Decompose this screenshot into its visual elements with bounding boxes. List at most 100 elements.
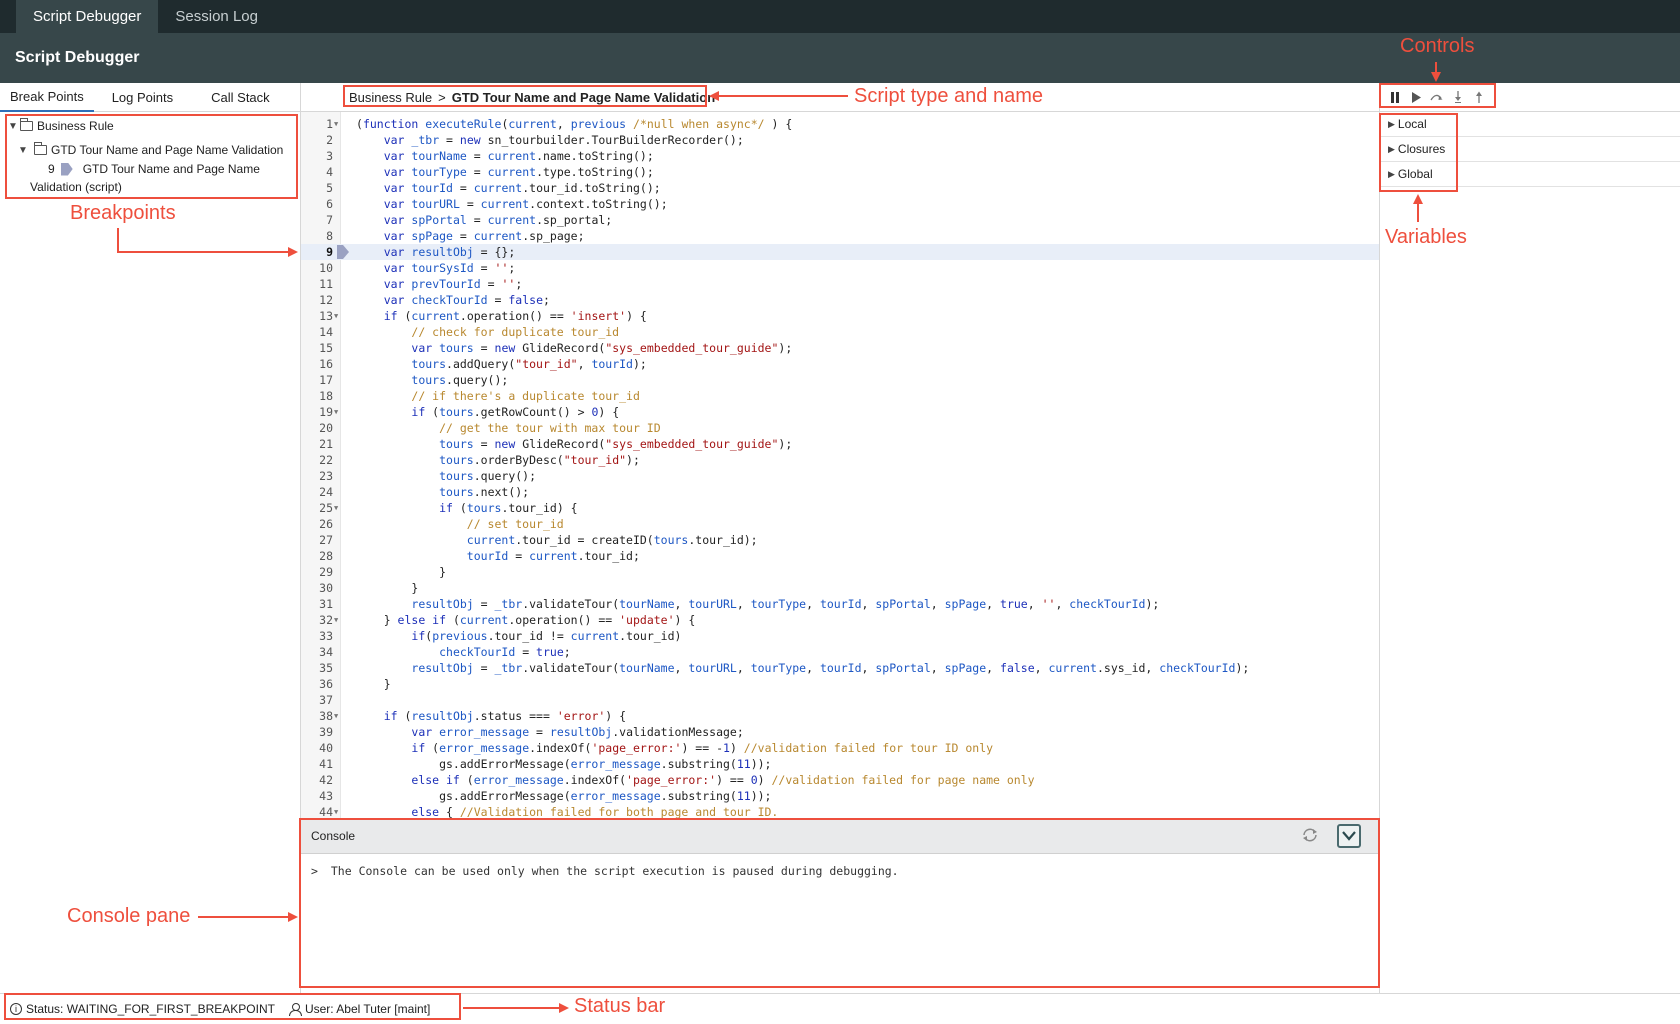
code-line[interactable]: 16 tours.addQuery("tour_id", tourId); [301,356,1379,372]
line-number[interactable]: 5 [301,180,333,196]
code-line[interactable]: 22 tours.orderByDesc("tour_id"); [301,452,1379,468]
line-number[interactable]: 12 [301,292,333,308]
code-line[interactable]: 29 } [301,564,1379,580]
line-number[interactable]: 42 [301,772,333,788]
code-line[interactable]: 5 var tourId = current.tour_id.toString(… [301,180,1379,196]
line-number[interactable]: 30 [301,580,333,596]
fold-toggle-icon[interactable]: ▼ [334,116,338,132]
line-number[interactable]: 18 [301,388,333,404]
code-line[interactable]: 37 [301,692,1379,708]
code-line[interactable]: 43 gs.addErrorMessage(error_message.subs… [301,788,1379,804]
tab-session-log[interactable]: Session Log [158,0,275,33]
code-line[interactable]: 36 } [301,676,1379,692]
tab-call-stack[interactable]: Call Stack [201,83,280,112]
line-number[interactable]: 19 [301,404,333,420]
line-number[interactable]: 27 [301,532,333,548]
line-number[interactable]: 44 [301,804,333,818]
line-number[interactable]: 29 [301,564,333,580]
code-line[interactable]: 3 var tourName = current.name.toString()… [301,148,1379,164]
code-line[interactable]: 42 else if (error_message.indexOf('page_… [301,772,1379,788]
line-number[interactable]: 28 [301,548,333,564]
code-line[interactable]: 1 ▼ (function executeRule(current, previou… [301,116,1379,132]
line-number[interactable]: 39 [301,724,333,740]
tab-log-points[interactable]: Log Points [102,83,183,112]
line-number[interactable]: 22 [301,452,333,468]
code-line[interactable]: 18 // if there's a duplicate tour_id [301,388,1379,404]
code-line[interactable]: 24 tours.next(); [301,484,1379,500]
line-number[interactable]: 37 [301,692,333,708]
fold-toggle-icon[interactable]: ▼ [334,708,338,724]
code-line[interactable]: 25 ▼ if (tours.tour_id) { [301,500,1379,516]
line-number[interactable]: 34 [301,644,333,660]
line-number[interactable]: 32 [301,612,333,628]
code-line[interactable]: 13 ▼ if (current.operation() == 'insert')… [301,308,1379,324]
line-number[interactable]: 40 [301,740,333,756]
line-number[interactable]: 3 [301,148,333,164]
code-line[interactable]: 28 tourId = current.tour_id; [301,548,1379,564]
code-line[interactable]: 15 var tours = new GlideRecord("sys_embe… [301,340,1379,356]
line-number[interactable]: 43 [301,788,333,804]
line-number[interactable]: 26 [301,516,333,532]
line-number[interactable]: 17 [301,372,333,388]
line-number[interactable]: 10 [301,260,333,276]
line-number[interactable]: 15 [301,340,333,356]
line-number[interactable]: 7 [301,212,333,228]
code-line[interactable]: 4 var tourType = current.type.toString()… [301,164,1379,180]
code-line[interactable]: 11 var prevTourId = ''; [301,276,1379,292]
code-line[interactable]: 32 ▼ } else if (current.operation() == 'u… [301,612,1379,628]
code-line[interactable]: 6 var tourURL = current.context.toString… [301,196,1379,212]
line-number[interactable]: 16 [301,356,333,372]
line-number[interactable]: 23 [301,468,333,484]
code-line[interactable]: 26 // set tour_id [301,516,1379,532]
line-number[interactable]: 24 [301,484,333,500]
code-line[interactable]: 38 ▼ if (resultObj.status === 'error') { [301,708,1379,724]
line-number[interactable]: 9 [301,244,333,260]
fold-toggle-icon[interactable]: ▼ [334,404,338,420]
tab-break-points[interactable]: Break Points [0,83,94,112]
fold-toggle-icon[interactable]: ▼ [334,612,338,628]
code-line[interactable]: 9 var resultObj = {}; [301,244,1379,260]
code-editor[interactable]: 1 ▼ (function executeRule(current, previou… [301,112,1379,818]
code-line[interactable]: 39 var error_message = resultObj.validat… [301,724,1379,740]
line-number[interactable]: 4 [301,164,333,180]
code-line[interactable]: 44 ▼ else { //Validation failed for both … [301,804,1379,818]
code-line[interactable]: 10 var tourSysId = ''; [301,260,1379,276]
line-number[interactable]: 41 [301,756,333,772]
code-line[interactable]: 7 var spPortal = current.sp_portal; [301,212,1379,228]
code-line[interactable]: 31 resultObj = _tbr.validateTour(tourNam… [301,596,1379,612]
fold-toggle-icon[interactable]: ▼ [334,308,338,324]
code-line[interactable]: 27 current.tour_id = createID(tours.tour… [301,532,1379,548]
line-number[interactable]: 31 [301,596,333,612]
line-number[interactable]: 11 [301,276,333,292]
line-number[interactable]: 1 [301,116,333,132]
line-number[interactable]: 33 [301,628,333,644]
code-line[interactable]: 14 // check for duplicate tour_id [301,324,1379,340]
code-line[interactable]: 21 tours = new GlideRecord("sys_embedded… [301,436,1379,452]
code-line[interactable]: 19 ▼ if (tours.getRowCount() > 0) { [301,404,1379,420]
code-line[interactable]: 2 var _tbr = new sn_tourbuilder.TourBuil… [301,132,1379,148]
code-line[interactable]: 41 gs.addErrorMessage(error_message.subs… [301,756,1379,772]
line-number[interactable]: 6 [301,196,333,212]
code-line[interactable]: 35 resultObj = _tbr.validateTour(tourNam… [301,660,1379,676]
code-line[interactable]: 40 if (error_message.indexOf('page_error… [301,740,1379,756]
fold-toggle-icon[interactable]: ▼ [334,500,338,516]
code-line[interactable]: 30 } [301,580,1379,596]
code-line[interactable]: 33 if(previous.tour_id != current.tour_i… [301,628,1379,644]
code-line[interactable]: 20 // get the tour with max tour ID [301,420,1379,436]
line-number[interactable]: 25 [301,500,333,516]
line-number[interactable]: 36 [301,676,333,692]
line-number[interactable]: 38 [301,708,333,724]
code-line[interactable]: 12 var checkTourId = false; [301,292,1379,308]
line-number[interactable]: 14 [301,324,333,340]
code-line[interactable]: 23 tours.query(); [301,468,1379,484]
tab-script-debugger[interactable]: Script Debugger [16,0,159,33]
line-number[interactable]: 21 [301,436,333,452]
code-line[interactable]: 17 tours.query(); [301,372,1379,388]
code-line[interactable]: 34 checkTourId = true; [301,644,1379,660]
line-number[interactable]: 35 [301,660,333,676]
fold-toggle-icon[interactable]: ▼ [334,804,338,818]
line-number[interactable]: 8 [301,228,333,244]
code-line[interactable]: 8 var spPage = current.sp_page; [301,228,1379,244]
line-number[interactable]: 2 [301,132,333,148]
line-number[interactable]: 13 [301,308,333,324]
